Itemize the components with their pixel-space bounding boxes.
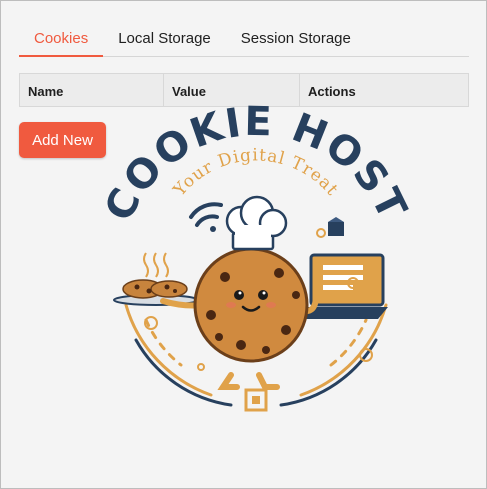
- cookie-plate: [113, 252, 199, 306]
- wifi-icon: [189, 202, 223, 232]
- cookie-mascot: [160, 247, 319, 390]
- box-icon: [328, 217, 344, 236]
- chip-icon: [244, 388, 268, 412]
- tab-local-storage[interactable]: Local Storage: [103, 23, 226, 57]
- column-header-value: Value: [164, 74, 300, 106]
- column-header-name: Name: [20, 74, 164, 106]
- chef-hat-icon: [225, 195, 288, 251]
- tab-session-storage[interactable]: Session Storage: [226, 23, 366, 57]
- cookie-host-logo: COOKIE HOST Your Digital Treat: [96, 105, 414, 412]
- storage-popup: Cookies Local Storage Session Storage Na…: [0, 0, 487, 489]
- storage-tabs: Cookies Local Storage Session Storage: [19, 23, 469, 57]
- column-header-actions: Actions: [308, 84, 356, 99]
- tab-cookies[interactable]: Cookies: [19, 23, 104, 57]
- cookies-table-header: Name Value Actions: [19, 73, 469, 107]
